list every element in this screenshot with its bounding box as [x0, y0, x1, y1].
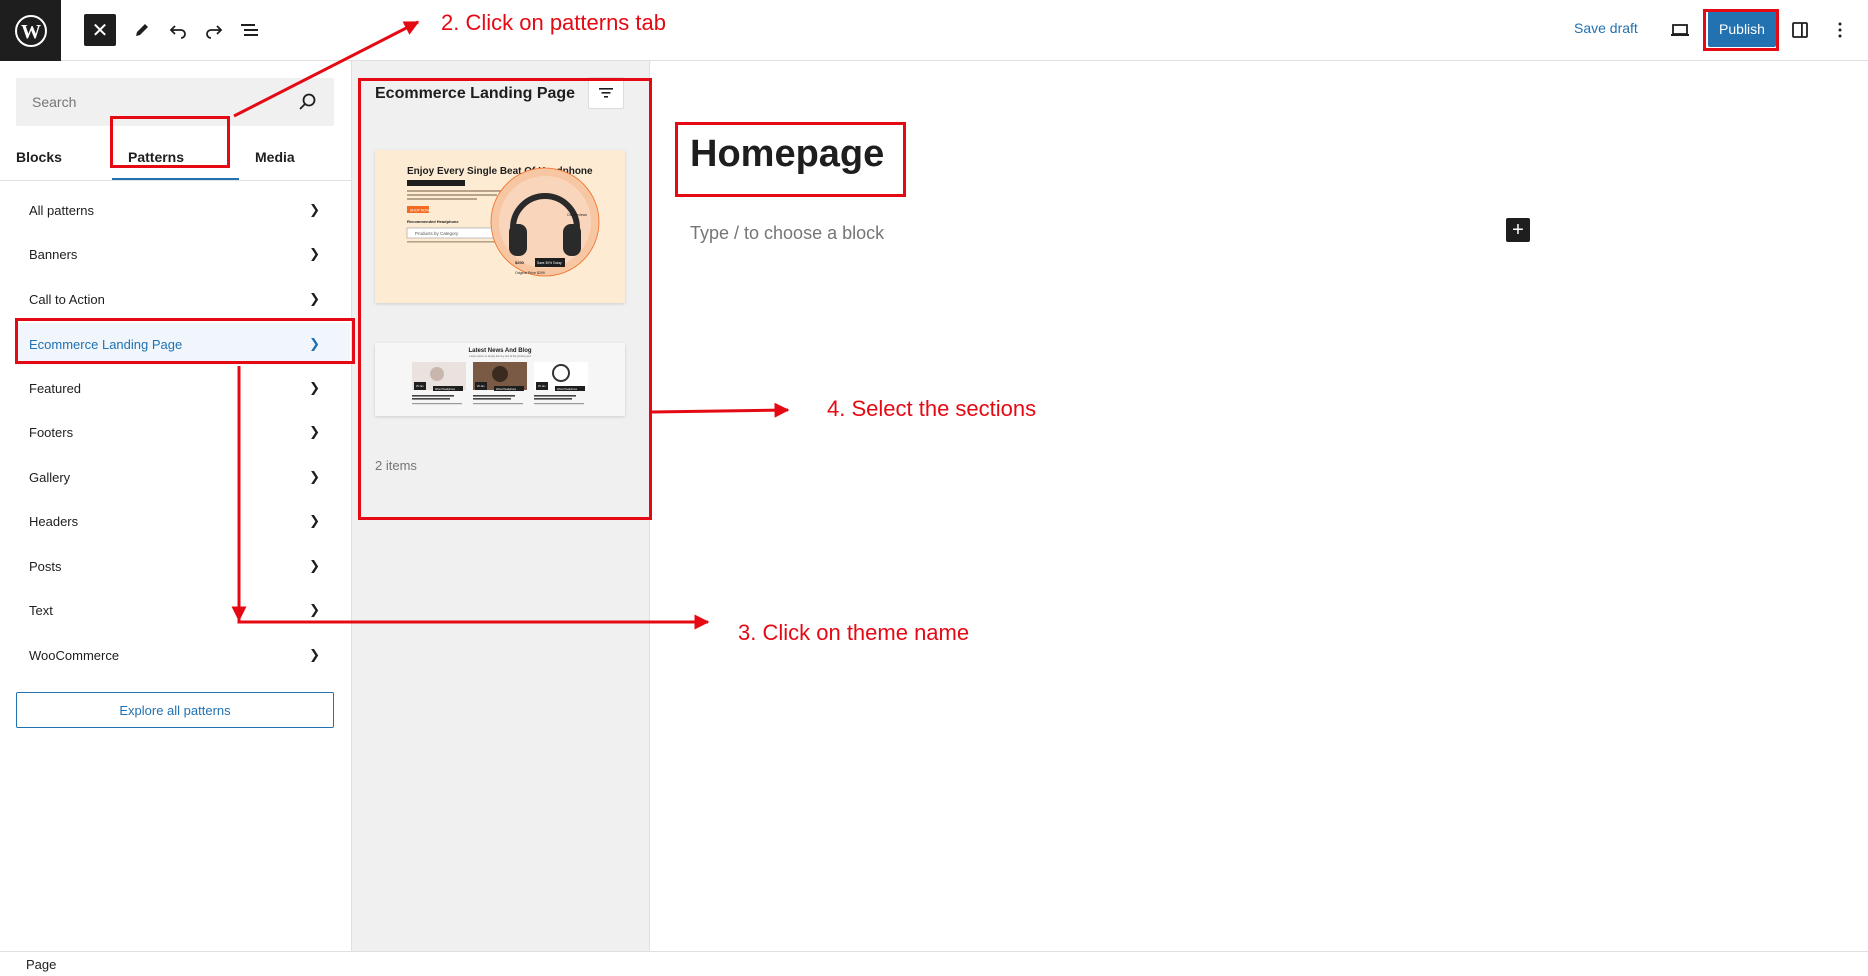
- category-label: Headers: [29, 513, 79, 529]
- category-label: WooCommerce: [29, 647, 120, 663]
- undo-button[interactable]: [162, 14, 194, 46]
- svg-text:W: W: [21, 21, 41, 43]
- save-draft-button[interactable]: Save draft: [1574, 20, 1638, 36]
- chevron-right-icon: ❯: [309, 380, 320, 395]
- laptop-icon: [1671, 24, 1689, 36]
- category-label: Featured: [29, 380, 82, 396]
- tab-blocks[interactable]: Blocks: [16, 149, 62, 165]
- document-overview-button[interactable]: [234, 14, 266, 46]
- highlight-box-patterns-panel: [358, 78, 652, 520]
- category-label: Gallery: [29, 469, 71, 485]
- category-posts[interactable]: Posts ❯: [16, 545, 350, 587]
- chevron-right-icon: ❯: [309, 513, 320, 528]
- category-text[interactable]: Text ❯: [16, 589, 350, 631]
- highlight-box-publish: [1703, 9, 1779, 51]
- explore-all-patterns-button[interactable]: Explore all patterns: [16, 692, 334, 728]
- status-bar: Page: [0, 951, 1868, 976]
- category-footers[interactable]: Footers ❯: [16, 411, 350, 453]
- preview-button[interactable]: [1664, 14, 1696, 46]
- chevron-right-icon: ❯: [309, 246, 320, 261]
- category-gallery[interactable]: Gallery ❯: [16, 456, 350, 498]
- plus-icon: +: [1512, 218, 1524, 241]
- breadcrumb[interactable]: Page: [26, 957, 56, 972]
- highlight-box-patterns-tab: [110, 116, 230, 168]
- redo-icon: [206, 25, 223, 39]
- editor-top-bar: W ✕ Save draft Publish: [0, 0, 1868, 61]
- chevron-right-icon: ❯: [309, 424, 320, 439]
- category-label: Call to Action: [29, 291, 105, 307]
- close-inserter-button[interactable]: ✕: [84, 14, 116, 46]
- search-placeholder: Search: [32, 94, 77, 110]
- close-icon: ✕: [91, 19, 109, 42]
- annotation-step-4: 4. Select the sections: [827, 396, 1037, 421]
- annotation-step-2: 2. Click on patterns tab: [441, 10, 667, 35]
- chevron-right-icon: ❯: [309, 602, 320, 617]
- inserter-sidebar: Search Blocks Patterns Media All pattern…: [0, 61, 352, 951]
- wordpress-logo-icon[interactable]: W: [0, 0, 61, 61]
- category-featured[interactable]: Featured ❯: [16, 367, 350, 409]
- chevron-right-icon: ❯: [309, 291, 320, 306]
- chevron-right-icon: ❯: [309, 647, 320, 662]
- chevron-right-icon: ❯: [309, 202, 320, 217]
- more-vertical-icon: [1838, 22, 1842, 38]
- category-headers[interactable]: Headers ❯: [16, 500, 350, 542]
- chevron-right-icon: ❯: [309, 558, 320, 573]
- category-label: Banners: [29, 246, 78, 262]
- pencil-icon: [136, 24, 148, 36]
- redo-button[interactable]: [198, 14, 230, 46]
- add-block-button[interactable]: +: [1506, 218, 1530, 242]
- tab-media[interactable]: Media: [255, 149, 295, 165]
- highlight-box-category: [15, 318, 355, 364]
- list-view-icon: [241, 24, 258, 36]
- active-tab-indicator: [112, 178, 239, 180]
- highlight-box-page-title: [675, 122, 906, 197]
- category-label: All patterns: [29, 202, 95, 218]
- category-call-to-action[interactable]: Call to Action ❯: [16, 278, 350, 320]
- tools-button[interactable]: [126, 14, 158, 46]
- settings-panel-button[interactable]: [1784, 14, 1816, 46]
- category-all-patterns[interactable]: All patterns ❯: [16, 189, 350, 231]
- search-icon: [299, 93, 316, 110]
- category-label: Footers: [29, 424, 74, 440]
- annotation-step-3: 3. Click on theme name: [738, 620, 970, 645]
- category-label: Text: [29, 602, 53, 618]
- category-banners[interactable]: Banners ❯: [16, 233, 350, 275]
- category-woocommerce[interactable]: WooCommerce ❯: [16, 634, 350, 676]
- block-placeholder[interactable]: Type / to choose a block: [690, 223, 884, 244]
- options-menu-button[interactable]: [1824, 14, 1856, 46]
- sidebar-toggle-icon: [1792, 22, 1808, 38]
- category-label: Posts: [29, 558, 62, 574]
- chevron-right-icon: ❯: [309, 469, 320, 484]
- undo-icon: [169, 25, 186, 39]
